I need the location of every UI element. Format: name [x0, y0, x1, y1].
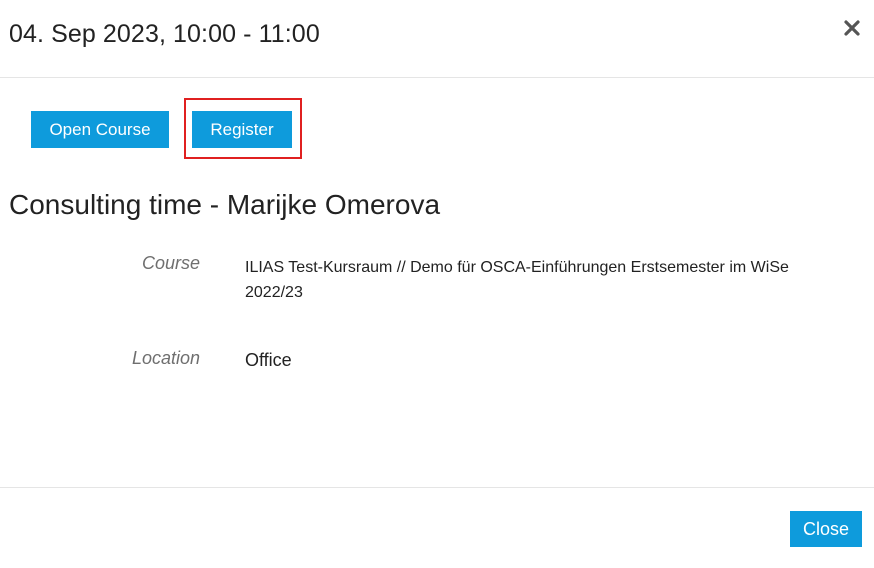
- modal-footer: [0, 487, 874, 568]
- modal-title: 04. Sep 2023, 10:00 - 11:00: [9, 20, 320, 48]
- course-label: Course: [141, 253, 200, 273]
- open-course-button[interactable]: Open Course: [31, 111, 169, 148]
- location-value: Office: [245, 350, 292, 370]
- location-label: Location: [131, 348, 200, 368]
- close-icon[interactable]: [842, 18, 862, 38]
- modal-header: 04. Sep 2023, 10:00 - 11:00: [0, 0, 874, 78]
- appointment-modal: 04. Sep 2023, 10:00 - 11:00 Open Course …: [0, 0, 874, 568]
- course-value: ILIAS Test-Kursraum // Demo für OSCA-Ein…: [245, 259, 789, 301]
- close-button[interactable]: Close: [790, 511, 862, 547]
- register-button[interactable]: Register: [192, 111, 292, 148]
- item-title: Consulting time - Marijke Omerova: [9, 189, 441, 220]
